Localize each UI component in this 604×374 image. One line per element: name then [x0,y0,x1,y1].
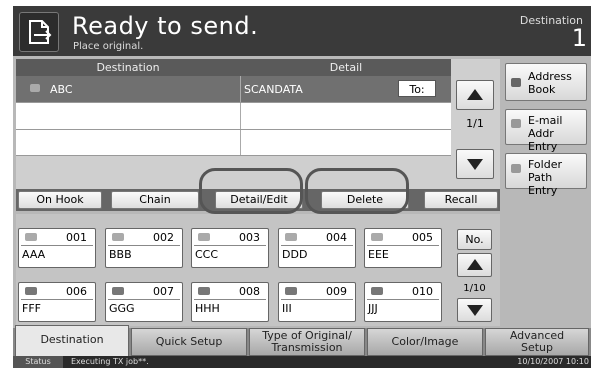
one-touch-key[interactable]: 006 FFF [18,282,96,322]
number-search-button[interactable]: No. [457,229,492,250]
key-name: FFF [22,302,41,315]
one-touch-key[interactable]: 007 GGG [105,282,183,322]
tab-label-line2: Transmission [271,341,343,354]
page-subtitle: Place original. [73,41,144,52]
address-icon [112,233,124,241]
tab-advanced-setup[interactable]: Advanced Setup [485,328,589,356]
folder-path-label: Folder Path Entry [528,158,562,197]
address-icon [285,233,297,241]
key-number: 002 [153,231,174,244]
destination-row[interactable]: ABC SCANDATA To: [16,76,451,103]
one-touch-key[interactable]: 004 DDD [278,228,356,268]
keys-scroll-up-button[interactable] [457,253,492,277]
column-destination: Destination [96,61,160,74]
key-number: 005 [412,231,433,244]
key-number: 003 [239,231,260,244]
tab-bar: Destination Quick Setup Type of Original… [13,325,591,356]
on-hook-button[interactable]: On Hook [18,191,102,209]
column-separator [240,76,241,102]
one-touch-key[interactable]: 010 JJJ [364,282,442,322]
address-book-label: Address Book [528,70,572,96]
folder-icon [371,287,383,295]
key-name: AAA [22,248,46,261]
destination-row-empty[interactable] [16,103,451,130]
tab-type-of-original[interactable]: Type of Original/ Transmission [249,328,365,356]
recall-button[interactable]: Recall [424,191,498,209]
key-number: 001 [66,231,87,244]
send-document-icon [19,12,59,52]
column-separator [240,103,241,129]
keys-scroll-down-button[interactable] [457,298,492,322]
header-bar: Ready to send. Place original. Destinati… [13,6,591,56]
address-book-icon [511,78,521,87]
key-number: 007 [153,285,174,298]
email-icon [511,119,521,128]
key-name: EEE [368,248,389,261]
destination-list-header: Destination Detail [16,59,451,76]
key-name: GGG [109,302,135,315]
one-touch-key[interactable]: 003 CCC [191,228,269,268]
one-touch-key[interactable]: 001 AAA [18,228,96,268]
send-screen: Ready to send. Place original. Destinati… [13,6,591,368]
address-icon [25,233,37,241]
destination-count: 1 [571,24,587,52]
tab-label-line2: Setup [520,341,554,354]
keys-page-indicator: 1/10 [463,283,486,294]
address-icon [198,233,210,241]
tab-color-image[interactable]: Color/Image [367,328,483,356]
address-icon [30,84,40,92]
down-arrow-icon [466,305,483,316]
destination-row-empty[interactable] [16,130,451,156]
folder-icon [112,287,124,295]
address-icon [371,233,383,241]
one-touch-key[interactable]: 005 EEE [364,228,442,268]
column-separator [240,130,241,155]
tab-destination[interactable]: Destination [15,325,129,356]
key-number: 010 [412,285,433,298]
up-arrow-icon [466,259,483,270]
destination-detail: SCANDATA [244,83,303,96]
folder-path-button[interactable]: Folder Path Entry [505,153,587,197]
up-arrow-icon [467,89,483,100]
email-entry-button[interactable]: E-mail Addr Entry [505,109,587,153]
key-number: 008 [239,285,260,298]
key-number: 009 [326,285,347,298]
key-number: 006 [66,285,87,298]
tab-quick-setup[interactable]: Quick Setup [131,328,247,356]
status-datetime: 10/10/2007 10:10 [517,357,589,366]
one-touch-key[interactable]: 009 III [278,282,356,322]
highlight-oval [199,168,303,214]
destination-name: ABC [50,83,73,96]
key-name: BBB [109,248,132,261]
to-type-button[interactable]: To: [398,80,436,97]
folder-icon [198,287,210,295]
key-name: III [282,302,292,315]
folder-icon [25,287,37,295]
key-name: HHH [195,302,220,315]
dest-page-indicator: 1/1 [466,117,484,130]
one-touch-keys-panel: 001 AAA 002 BBB 003 CCC 004 DDD 005 EEE … [16,214,500,326]
key-name: DDD [282,248,308,261]
status-button[interactable]: Status [13,356,63,368]
folder-icon [511,164,521,173]
address-book-button[interactable]: Address Book [505,63,587,101]
key-name: CCC [195,248,219,261]
status-message: Executing TX job**. [71,357,149,366]
highlight-oval [305,168,409,214]
status-bar: Status Executing TX job**. 10/10/2007 10… [13,356,591,368]
folder-icon [285,287,297,295]
page-title: Ready to send. [72,12,259,40]
dest-scroll-up-button[interactable] [456,80,494,110]
key-name: JJJ [368,302,378,315]
one-touch-key[interactable]: 008 HHH [191,282,269,322]
chain-button[interactable]: Chain [111,191,199,209]
one-touch-key[interactable]: 002 BBB [105,228,183,268]
dest-scroll-down-button[interactable] [456,149,494,179]
email-entry-label: E-mail Addr Entry [528,114,563,153]
down-arrow-icon [467,159,483,170]
column-detail: Detail [329,61,363,74]
key-number: 004 [326,231,347,244]
